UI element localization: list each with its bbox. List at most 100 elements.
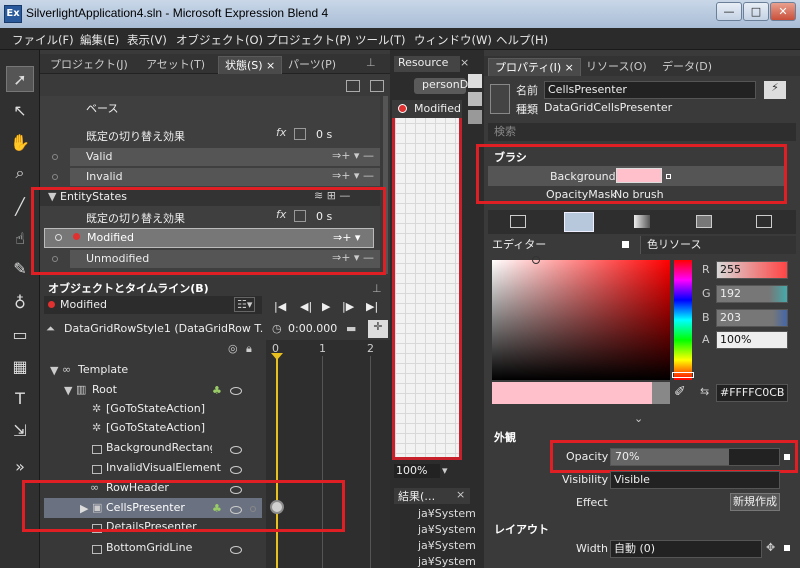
add-transition-icon[interactable]: ⇒+ ▾ —	[332, 169, 374, 182]
state-valid[interactable]: Valid ⇒+ ▾ —	[70, 148, 380, 166]
hue-slider[interactable]	[674, 260, 692, 380]
b-input[interactable]: 203	[716, 309, 788, 327]
pan-tool-icon[interactable]: ✋	[6, 130, 34, 156]
name-input[interactable]: CellsPresenter	[544, 81, 756, 99]
tab-resources[interactable]: リソース(O)	[580, 58, 653, 76]
timeline-area[interactable]	[266, 340, 390, 568]
tile-brush-icon[interactable]	[696, 215, 712, 228]
transition-preview-icon[interactable]	[370, 80, 384, 92]
menu-view[interactable]: 表示(V)	[127, 32, 167, 48]
zoom-tool-icon[interactable]: ⌕	[6, 160, 34, 186]
tab-properties[interactable]: プロパティ(I) ×	[488, 58, 581, 76]
last-frame-icon[interactable]: ▶|	[366, 300, 378, 313]
tree-item-backgroundrectangle[interactable]: BackgroundRectangle	[106, 441, 212, 454]
xaml-view-icon[interactable]	[468, 110, 482, 124]
breadcrumb[interactable]: DataGridRowStyle1 (DataGridRow T...	[64, 322, 264, 335]
timeline-view-icon[interactable]: ☷▾	[234, 297, 256, 312]
menu-tools[interactable]: ツール(T)	[355, 32, 406, 48]
tree-item-bottomgridline[interactable]: BottomGridLine	[106, 541, 192, 554]
tree-item-root[interactable]: Root	[92, 383, 117, 396]
artboard[interactable]	[392, 100, 462, 460]
menu-window[interactable]: ウィンドウ(W)	[414, 32, 492, 48]
color-swap-icon[interactable]: ⇆	[700, 385, 714, 399]
timeline-time[interactable]: 0:00.000	[288, 322, 337, 335]
add-keyframe-icon[interactable]: ✛	[368, 320, 388, 338]
state-invalid[interactable]: Invalid ⇒+ ▾ —	[70, 168, 380, 186]
artboard-view-icon[interactable]	[468, 74, 482, 88]
first-frame-icon[interactable]: |◀	[274, 300, 286, 313]
split-view-icon[interactable]	[468, 92, 482, 106]
tab-editor[interactable]: エディター	[488, 236, 638, 254]
menu-project[interactable]: プロジェクト(P)	[266, 32, 351, 48]
hue-slider-thumb[interactable]	[672, 372, 694, 378]
close-tab-icon[interactable]: ×	[456, 488, 465, 501]
record-dot-icon[interactable]	[52, 154, 58, 160]
maximize-button[interactable]: □	[743, 2, 769, 21]
easing-curve-icon[interactable]	[294, 128, 306, 140]
result-item[interactable]: ja¥System	[418, 523, 476, 536]
visibility-all-icon[interactable]: ◎	[228, 342, 238, 355]
transition-time[interactable]: 0 s	[316, 128, 332, 141]
eye-icon[interactable]	[230, 446, 242, 454]
gradient-brush-icon[interactable]	[634, 215, 650, 228]
menu-object[interactable]: オブジェクト(O)	[176, 32, 263, 48]
close-window-button[interactable]: ✕	[770, 2, 796, 21]
eye-icon[interactable]	[230, 387, 242, 395]
add-transition-icon[interactable]: ⇒+ ▾ —	[332, 149, 374, 162]
hex-input[interactable]: #FFFFC0CB	[716, 384, 788, 402]
pin-icon[interactable]: ⊥	[366, 56, 376, 69]
direct-select-tool-icon[interactable]: ↖	[6, 98, 34, 124]
control-tool-icon[interactable]: ⇲	[6, 418, 34, 444]
tab-states[interactable]: 状態(S) ×	[218, 56, 283, 74]
menu-file[interactable]: ファイル(F)	[12, 32, 74, 48]
brush-resource-icon[interactable]	[756, 215, 772, 228]
result-item[interactable]: ja¥System	[418, 555, 476, 568]
grid-tool-icon[interactable]: ▦	[6, 354, 34, 380]
tree-item-invalidvisualelement[interactable]: InvalidVisualElement	[106, 461, 221, 474]
tree-item-gotostate-1[interactable]: [GoToStateAction]	[106, 402, 205, 415]
easing-fx-icon[interactable]: fx	[276, 126, 286, 139]
hand-tool-icon[interactable]: ☝	[6, 226, 34, 252]
result-item[interactable]: ja¥System	[418, 539, 476, 552]
menu-edit[interactable]: 編集(E)	[80, 32, 119, 48]
advanced-options-icon[interactable]	[784, 545, 790, 551]
zoom-field[interactable]: 100%	[394, 464, 440, 478]
play-icon[interactable]: ▶	[322, 300, 330, 313]
menu-help[interactable]: ヘルプ(H)	[496, 32, 548, 48]
expand-arrow-icon[interactable]: ▼	[64, 384, 72, 397]
eye-icon[interactable]	[230, 546, 242, 554]
expand-arrow-icon[interactable]: ▼	[50, 364, 58, 377]
a-input[interactable]: 100%	[716, 331, 788, 349]
tree-item-gotostate-2[interactable]: [GoToStateAction]	[106, 421, 205, 434]
result-item[interactable]: ja¥System	[418, 507, 476, 520]
new-effect-button[interactable]: 新規作成	[730, 493, 780, 511]
collapse-chevron-icon[interactable]: ⌄	[634, 412, 643, 425]
layout-section-header[interactable]: レイアウト	[486, 520, 800, 540]
add-state-group-icon[interactable]	[346, 80, 360, 92]
record-dot-icon[interactable]	[52, 174, 58, 180]
visibility-select[interactable]: Visible	[610, 471, 780, 489]
auto-size-icon[interactable]: ✥	[766, 541, 775, 554]
minimize-button[interactable]: —	[716, 2, 742, 21]
scope-up-icon[interactable]: ⏶	[46, 322, 55, 336]
tab-project[interactable]: プロジェクト(J)	[44, 56, 134, 74]
tab-color-resources[interactable]: 色リソース	[640, 236, 796, 254]
g-input[interactable]: 192	[716, 285, 788, 303]
color-picker-cursor[interactable]	[532, 256, 540, 264]
selection-tool-icon[interactable]: ➚	[6, 66, 34, 92]
close-tab-icon[interactable]: ×	[460, 56, 469, 69]
color-picker-canvas[interactable]	[492, 260, 670, 380]
tab-resource[interactable]: Resource	[394, 56, 460, 72]
prev-frame-icon[interactable]: ◀|	[300, 300, 312, 313]
zoom-dropdown-icon[interactable]: ▾	[442, 464, 448, 477]
playhead[interactable]	[276, 356, 278, 568]
brush-tool-icon[interactable]: ✎	[6, 256, 34, 282]
search-input[interactable]: 検索	[488, 123, 796, 141]
eyedropper-tool-icon[interactable]: ♁	[6, 290, 34, 316]
solid-brush-icon[interactable]	[564, 212, 594, 232]
document-tab[interactable]: personD	[414, 78, 468, 94]
eyedropper-icon[interactable]: ✐	[674, 384, 686, 400]
text-tool-icon[interactable]: T	[6, 386, 34, 412]
r-input[interactable]: 255	[716, 261, 788, 279]
pen-tool-icon[interactable]: ╱	[6, 194, 34, 220]
